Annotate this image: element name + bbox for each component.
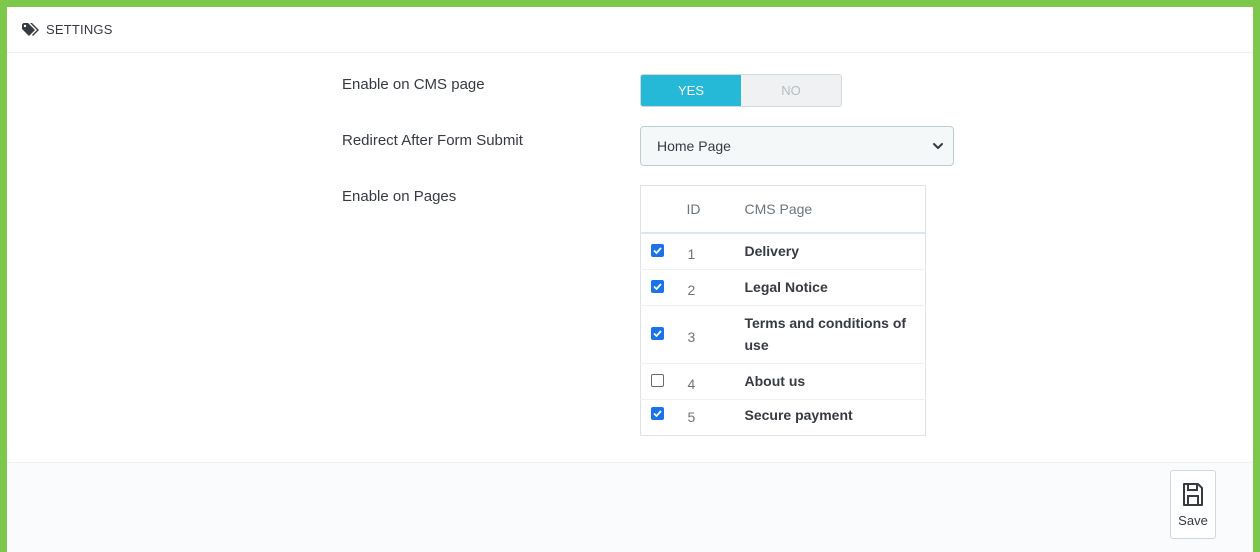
row-cms-page-name: Terms and conditions of use [743,304,926,363]
column-header-check [640,185,687,234]
row-checkbox[interactable] [651,407,664,421]
checkmark-icon [653,283,662,291]
panel-title: SETTINGS [46,22,113,37]
row-id: 3 [686,304,744,363]
table-row: 4 About us [640,362,926,399]
redirect-select[interactable]: Home Page [640,126,954,166]
column-header-cms-page: CMS Page [743,185,926,234]
column-header-id: ID [686,185,744,234]
row-cms-page-name: Delivery [743,232,926,269]
row-id: 1 [686,232,744,269]
enable-cms-switch[interactable]: YES NO [640,74,842,107]
checkmark-icon [653,247,662,255]
floppy-disk-icon [1183,483,1203,506]
table-row: 5 Secure payment [640,398,926,435]
redirect-label: Redirect After Form Submit [342,132,523,149]
enable-cms-label: Enable on CMS page [342,76,485,93]
row-checkbox[interactable] [651,326,664,340]
redirect-selected-value: Home Page [657,138,731,154]
row-cms-page-name: About us [743,362,926,399]
switch-no-option[interactable]: NO [741,75,841,106]
panel-heading: SETTINGS [7,7,1253,53]
chevron-down-icon [933,143,943,149]
table-row: 1 Delivery [640,232,926,269]
checkmark-icon [653,330,662,338]
save-button[interactable]: Save [1170,470,1216,539]
checkmark-icon [653,410,662,418]
row-cms-page-name: Secure payment [743,398,926,435]
table-header-row: ID CMS Page [640,185,926,234]
settings-panel: SETTINGS Enable on CMS page YES NO Redir… [0,0,1260,552]
panel-footer [7,462,1253,552]
table-row: 2 Legal Notice [640,268,926,305]
switch-yes-option[interactable]: YES [641,75,741,106]
row-id: 2 [686,268,744,305]
row-id: 4 [686,362,744,399]
row-checkbox[interactable] [651,373,664,387]
row-checkbox[interactable] [651,244,664,258]
row-checkbox[interactable] [651,279,664,293]
tags-icon [22,22,42,37]
table-row: 3 Terms and conditions of use [640,304,926,363]
row-id: 5 [686,398,744,435]
row-cms-page-name: Legal Notice [743,268,926,305]
cms-pages-table: ID CMS Page 1 Delivery 2 Legal Notice 3 … [640,185,926,436]
enable-pages-label: Enable on Pages [342,188,457,205]
save-label: Save [1178,513,1208,528]
